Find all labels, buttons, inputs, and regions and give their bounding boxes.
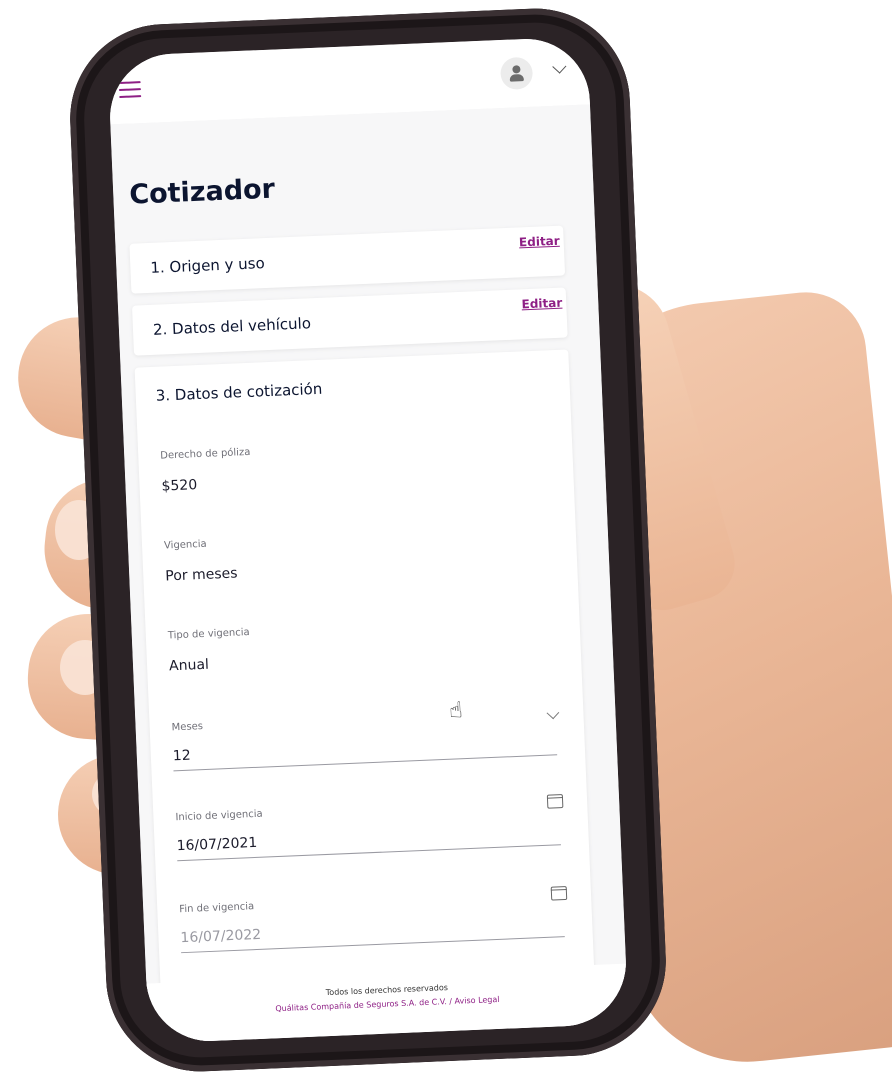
edit-origen-link[interactable]: Editar (519, 234, 560, 250)
calendar-icon[interactable] (546, 794, 564, 809)
phone-screen: Cotizador 1. Origen y uso Editar 2. Dato… (107, 36, 629, 1044)
meses-underline (173, 754, 558, 772)
stage: Cotizador 1. Origen y uso Editar 2. Dato… (0, 0, 892, 1077)
calendar-icon[interactable] (550, 885, 568, 901)
chevron-down-icon[interactable] (546, 706, 560, 720)
page-title: Cotizador (128, 173, 276, 211)
meses-select[interactable]: 12 (173, 748, 191, 765)
chevron-down-icon[interactable] (552, 59, 567, 74)
meses-label: Meses (171, 721, 204, 734)
derecho-poliza-value: $520 (161, 477, 198, 495)
inicio-vigencia-label: Inicio de vigencia (175, 808, 263, 824)
step-title: 3. Datos de cotización (155, 379, 323, 405)
tipo-vigencia-label: Tipo de vigencia (167, 627, 250, 642)
hand-cursor-icon: ☝ (448, 698, 464, 724)
tipo-vigencia-value: Anual (168, 656, 210, 675)
step-card-origen: 1. Origen y uso Editar (129, 225, 566, 294)
step-title: 2. Datos del vehículo (152, 314, 312, 339)
fin-vigencia-field: 16/07/2022 (180, 926, 262, 947)
inicio-vigencia-field[interactable]: 16/07/2021 (176, 835, 257, 854)
step-title: 1. Origen y uso (150, 254, 266, 277)
fin-vigencia-label: Fin de vigencia (179, 901, 255, 916)
step-card-cotizacion: 3. Datos de cotización Derecho de póliza… (134, 349, 596, 1018)
page-content: Cotizador 1. Origen y uso Editar 2. Dato… (110, 104, 629, 1044)
edit-vehiculo-link[interactable]: Editar (521, 296, 562, 312)
phone-frame: Cotizador 1. Origen y uso Editar 2. Dato… (66, 4, 670, 1076)
hamburger-icon[interactable] (118, 81, 142, 99)
derecho-poliza-label: Derecho de póliza (160, 446, 251, 462)
vigencia-value: Por meses (165, 565, 238, 585)
vigencia-label: Vigencia (163, 538, 207, 552)
step-card-vehiculo: 2. Datos del vehículo Editar (131, 287, 568, 356)
user-avatar-icon[interactable] (499, 56, 534, 91)
